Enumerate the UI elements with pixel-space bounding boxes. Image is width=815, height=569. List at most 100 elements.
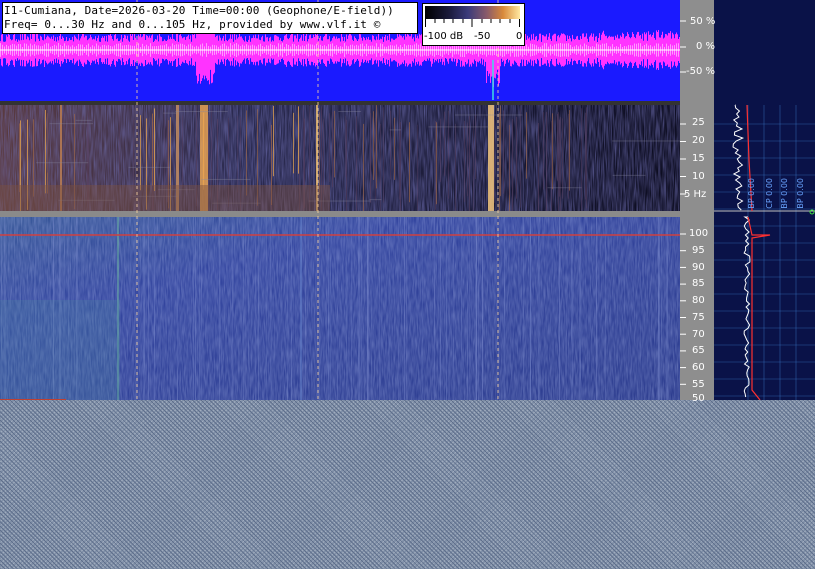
- low-streak: [45, 109, 46, 194]
- low-streak: [586, 107, 587, 209]
- colorbar-label-max: 0: [516, 31, 523, 42]
- low-streak: [319, 112, 320, 194]
- stage: I1-Cumiana, Date=2026-03-20 Time=00:00 (…: [0, 0, 815, 569]
- low-ytick-4: 5 Hz: [684, 189, 707, 200]
- high-streak: [270, 217, 271, 400]
- low-ytick-0: 25: [692, 117, 705, 128]
- low-streak: [516, 116, 517, 199]
- high-burst: [300, 217, 302, 400]
- low-streak: [394, 117, 395, 180]
- high-streak: [271, 217, 272, 400]
- high-streak: [266, 217, 267, 400]
- colorbar-label-min: -100 dB: [424, 31, 464, 42]
- low-streak: [140, 115, 141, 191]
- high-streak: [398, 217, 399, 400]
- low-streak: [400, 122, 401, 221]
- low-hline: [36, 162, 89, 164]
- header-title: I1-Cumiana, Date=2026-03-20 Time=00:00 (…: [4, 4, 394, 17]
- side-label-0: BP 0.00: [747, 178, 756, 209]
- high-ytick-1: 95: [692, 245, 705, 256]
- low-streak: [329, 113, 330, 183]
- high-streak: [305, 217, 306, 400]
- high-streak: [579, 217, 580, 400]
- low-streak: [568, 113, 569, 199]
- low-streak: [444, 111, 445, 176]
- low-streak: [435, 120, 436, 210]
- high-ytick-7: 65: [692, 345, 705, 356]
- low-streak: [448, 110, 449, 199]
- low-hline: [49, 123, 94, 125]
- side-label-1: CP 0.00: [765, 178, 774, 209]
- low-streak: [273, 105, 274, 177]
- low-streak: [370, 105, 371, 194]
- low-streak: [154, 108, 155, 191]
- low-streak: [546, 112, 547, 213]
- low-hline: [163, 112, 177, 114]
- low-glow: [0, 185, 330, 211]
- high-streak: [232, 217, 233, 400]
- high-streak: [661, 217, 662, 400]
- high-streak: [658, 217, 659, 400]
- low-streak: [356, 116, 357, 216]
- low-streak: [383, 107, 384, 203]
- low-hline: [612, 140, 682, 142]
- low-burst: [488, 105, 494, 211]
- low-streak: [399, 107, 400, 200]
- low-streak: [332, 111, 333, 188]
- low-streak: [436, 122, 437, 205]
- low-streak: [543, 112, 544, 190]
- high-streak: [255, 217, 256, 400]
- high-streak: [245, 217, 246, 400]
- high-streak: [154, 217, 155, 400]
- high-ytick-5: 75: [692, 312, 705, 323]
- high-streak: [346, 217, 347, 400]
- low-hline: [338, 111, 362, 113]
- low-streak: [557, 114, 558, 181]
- header-frequency: Freq= 0...30 Hz and 0...105 Hz, provided…: [4, 18, 381, 31]
- high-streak: [351, 217, 352, 400]
- high-streak: [193, 217, 194, 400]
- high-streak: [337, 217, 338, 400]
- low-streak: [334, 110, 335, 178]
- low-streak: [469, 116, 470, 217]
- high-streak: [177, 217, 178, 400]
- high-ytick-3: 85: [692, 278, 705, 289]
- high-streak: [461, 217, 462, 400]
- low-hline: [389, 129, 401, 131]
- high-streak: [361, 217, 362, 400]
- low-streak: [33, 119, 34, 197]
- high-ytick-10: 50: [692, 393, 705, 404]
- high-streak: [530, 217, 531, 400]
- low-streak: [34, 110, 35, 181]
- low-hline: [369, 199, 382, 201]
- low-streak: [298, 106, 299, 174]
- low-streak: [373, 111, 374, 180]
- low-streak: [473, 119, 474, 211]
- low-streak: [182, 115, 183, 188]
- high-streak: [144, 217, 145, 400]
- high-streak: [469, 217, 470, 400]
- low-streak: [119, 108, 120, 186]
- low-streak: [569, 110, 570, 191]
- high-streak: [219, 217, 220, 400]
- high-ytick-9: 55: [692, 379, 705, 390]
- low-hline: [428, 126, 489, 128]
- high-streak: [422, 217, 423, 400]
- low-streak: [475, 114, 476, 180]
- high-streak: [404, 217, 405, 400]
- noise-fill: [0, 400, 815, 569]
- high-streak: [371, 217, 372, 400]
- high-streak: [243, 217, 244, 400]
- high-streak: [504, 217, 505, 400]
- high-streak: [358, 217, 359, 400]
- high-streak: [453, 217, 454, 400]
- high-streak: [475, 217, 476, 400]
- high-streak: [539, 217, 540, 400]
- low-streak: [5, 118, 6, 186]
- low-streak: [417, 124, 418, 215]
- panel-separator: [0, 101, 680, 105]
- side-label-3: BP 0.00: [796, 178, 805, 209]
- low-streak: [526, 112, 527, 179]
- high-streak: [368, 217, 369, 400]
- low-streak: [63, 107, 64, 196]
